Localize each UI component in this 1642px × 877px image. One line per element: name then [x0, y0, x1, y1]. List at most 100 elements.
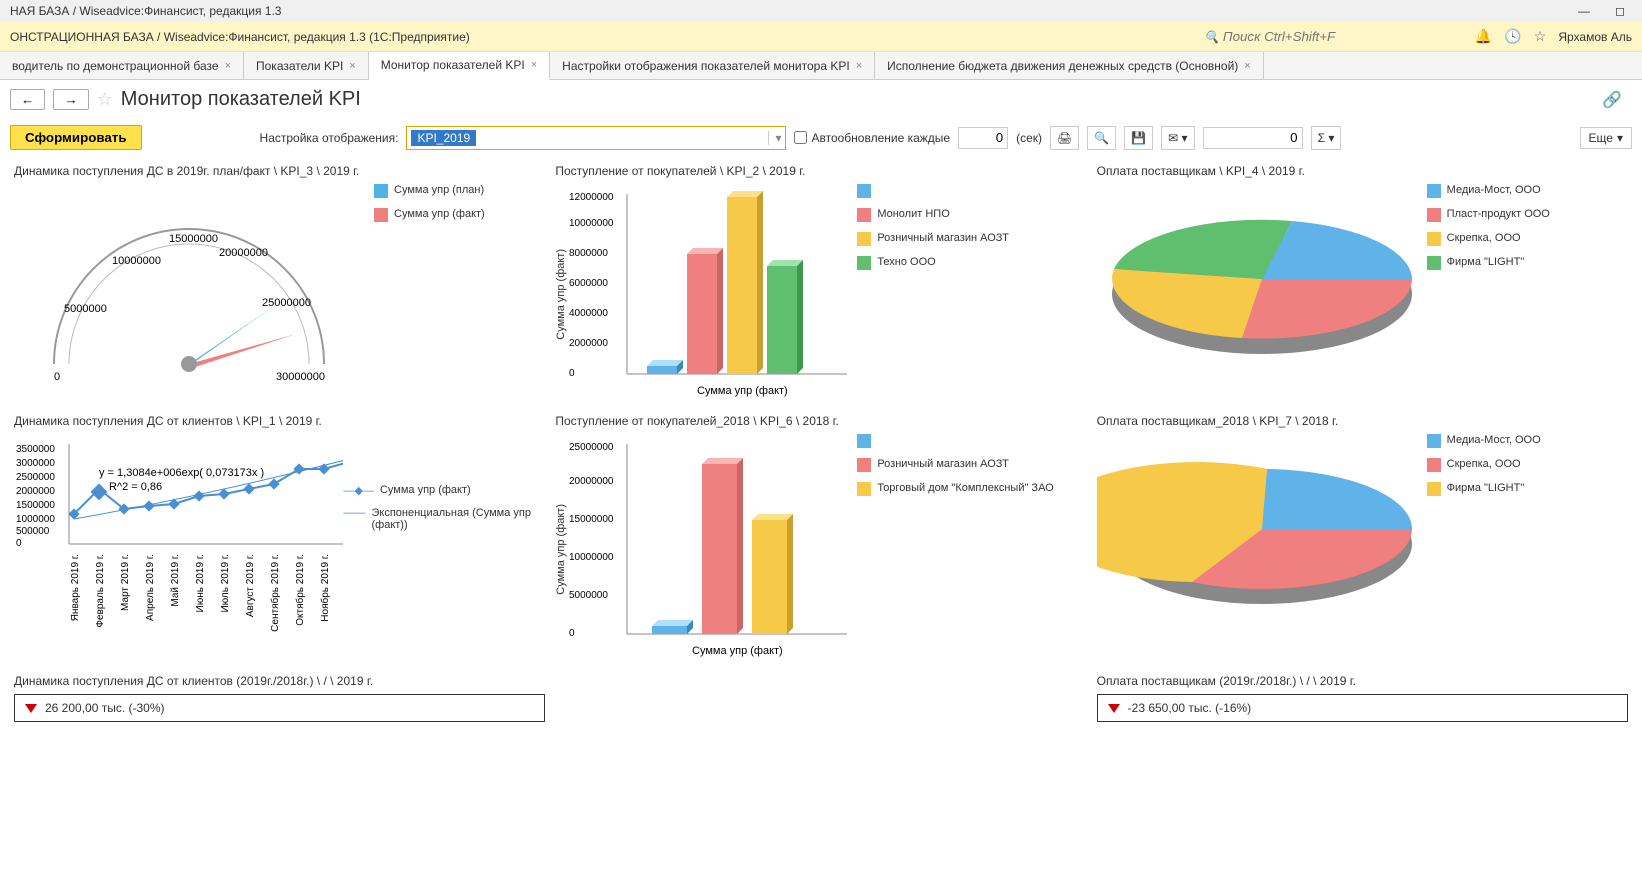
subheader: ОНСТРАЦИОННАЯ БАЗА / Wiseadvice:Финансис… [0, 22, 1642, 52]
svg-text:5000000: 5000000 [64, 303, 107, 315]
svg-text:25000000: 25000000 [262, 297, 311, 309]
svg-text:Август 2019 г.: Август 2019 г. [245, 554, 256, 617]
tab-kpi-monitor[interactable]: Монитор показателей KPI× [369, 52, 550, 80]
kpi-title: Оплата поставщикам (2019г./2018г.) \ / \… [1097, 674, 1628, 688]
close-icon[interactable]: × [531, 59, 537, 71]
legend: Монолит НПО Розничный магазин АОЗТ Техно… [857, 184, 1009, 404]
mail-button[interactable]: ✉ ▾ [1161, 126, 1194, 150]
search-icon: 🔍 [1204, 30, 1219, 44]
chart-title: Динамика поступления ДС в 2019г. план/фа… [14, 164, 545, 178]
svg-text:20000000: 20000000 [219, 247, 268, 259]
bar-chart-2018: 0 5000000 10000000 15000000 20000000 250… [567, 434, 857, 664]
svg-text:2000000: 2000000 [16, 486, 55, 497]
svg-text:2500000: 2500000 [16, 472, 55, 483]
pie-chart-2018 [1097, 434, 1427, 634]
sigma-button[interactable]: Σ ▾ [1311, 126, 1342, 150]
svg-text:Февраль 2019 г.: Февраль 2019 г. [95, 554, 106, 628]
link-icon[interactable]: 🔗 [1602, 90, 1622, 110]
svg-text:3500000: 3500000 [16, 444, 55, 455]
user-label: Ярхамов Аль [1558, 30, 1632, 44]
svg-text:Октябрь 2019 г.: Октябрь 2019 г. [294, 554, 306, 626]
svg-text:8000000: 8000000 [569, 248, 608, 259]
display-select-value: KPI_2019 [411, 130, 476, 146]
svg-text:1500000: 1500000 [16, 500, 55, 511]
back-button[interactable]: ← [10, 89, 45, 110]
kpi-title: Динамика поступления ДС от клиентов (201… [14, 674, 545, 688]
svg-text:Июнь 2019 г.: Июнь 2019 г. [195, 554, 206, 612]
print-button[interactable]: 🖨 [1050, 126, 1079, 150]
dashboard: Динамика поступления ДС в 2019г. план/фа… [0, 156, 1642, 730]
svg-text:25000000: 25000000 [569, 442, 614, 453]
svg-text:6000000: 6000000 [569, 278, 608, 289]
autorefresh-input[interactable] [794, 131, 807, 144]
autorefresh-checkbox[interactable]: Автообновление каждые [794, 131, 950, 145]
forward-button[interactable]: → [53, 89, 88, 110]
display-select[interactable]: KPI_2019 ▾ [406, 126, 786, 150]
legend: Медиа-Мост, ООО Пласт-продукт ООО Скрепк… [1427, 184, 1550, 384]
favorite-icon[interactable]: ☆ [97, 89, 113, 110]
preview-button[interactable]: 🔍 [1087, 126, 1116, 150]
svg-text:Май 2019 г.: Май 2019 г. [170, 554, 181, 607]
svg-text:0: 0 [16, 538, 22, 549]
generate-button[interactable]: Сформировать [10, 125, 142, 150]
svg-text:10000000: 10000000 [569, 218, 614, 229]
close-icon[interactable]: × [225, 60, 231, 72]
panel-bar-2018: Поступление от покупателей_2018 \ KPI_6 … [555, 414, 1086, 664]
close-icon[interactable]: × [856, 60, 862, 72]
panel-kpi-left: Динамика поступления ДС от клиентов (201… [14, 674, 545, 722]
page-title: Монитор показателей KPI [121, 88, 361, 111]
legend: Сумма упр (план) Сумма упр (факт) [374, 184, 485, 394]
chart-title: Оплата поставщикам_2018 \ KPI_7 \ 2018 г… [1097, 414, 1628, 428]
svg-text:y = 1,3084e+006exp( 0,07317: y = 1,3084e+006exp( 0,073173x ) [99, 467, 264, 479]
subheader-title: ОНСТРАЦИОННАЯ БАЗА / Wiseadvice:Финансис… [10, 30, 470, 44]
kpi-value: -23 650,00 тыс. (-16%) [1128, 701, 1252, 715]
search-input[interactable] [1223, 29, 1463, 44]
minimize-button[interactable]: — [1572, 4, 1596, 18]
history-icon[interactable]: 🕓 [1504, 28, 1521, 45]
close-icon[interactable]: × [1244, 60, 1250, 72]
kpi-value: 26 200,00 тыс. (-30%) [45, 701, 165, 715]
kpi-box: -23 650,00 тыс. (-16%) [1097, 694, 1628, 722]
chevron-down-icon: ▾ [768, 131, 781, 145]
kpi-box: 26 200,00 тыс. (-30%) [14, 694, 545, 722]
svg-text:Ноябрь 2019 г.: Ноябрь 2019 г. [319, 554, 331, 622]
save-button[interactable]: 💾 [1124, 126, 1153, 150]
legend: Медиа-Мост, ООО Скрепка, ООО Фирма "LIGH… [1427, 434, 1541, 634]
more-button[interactable]: Еще▾ [1580, 127, 1632, 149]
maximize-button[interactable]: ◻ [1608, 4, 1632, 18]
svg-text:R^2 = 0,86: R^2 = 0,86 [109, 481, 162, 493]
svg-text:4000000: 4000000 [569, 308, 608, 319]
svg-text:Апрель 2019 г.: Апрель 2019 г. [145, 554, 156, 621]
panel-pie-2019: Оплата поставщикам \ KPI_4 \ 2019 г. Мед… [1097, 164, 1628, 404]
svg-text:15000000: 15000000 [169, 233, 218, 245]
svg-text:1000000: 1000000 [16, 514, 55, 525]
svg-text:5000000: 5000000 [569, 590, 608, 601]
svg-text:30000000: 30000000 [276, 371, 325, 383]
panel-kpi-right: Оплата поставщикам (2019г./2018г.) \ / \… [1097, 674, 1628, 722]
bar-chart-2019: 0 2000000 4000000 6000000 8000000 100000… [567, 184, 857, 404]
close-icon[interactable]: × [349, 60, 355, 72]
svg-text:0: 0 [54, 371, 60, 383]
tabs-bar: водитель по демонстрационной базе× Показ… [0, 52, 1642, 80]
tab-budget-execution[interactable]: Исполнение бюджета движения денежных сре… [875, 52, 1264, 79]
tab-display-settings[interactable]: Настройки отображения показателей монито… [550, 52, 875, 79]
svg-text:Сумма упр (факт): Сумма упр (факт) [697, 385, 788, 397]
search-box[interactable]: 🔍 [1204, 29, 1463, 44]
tab-demo-guide[interactable]: водитель по демонстрационной базе× [0, 52, 244, 79]
seconds-label: (сек) [1016, 131, 1042, 145]
triangle-down-icon [1108, 704, 1120, 713]
second-num-input[interactable] [1203, 127, 1303, 149]
svg-text:Январь 2019 г.: Январь 2019 г. [70, 554, 81, 621]
svg-text:Сумма упр (факт): Сумма упр (факт) [692, 645, 783, 657]
titlebar: НАЯ БАЗА / Wiseadvice:Финансист, редакци… [0, 0, 1642, 22]
interval-input[interactable] [958, 127, 1008, 149]
panel-bar-2019: Поступление от покупателей \ KPI_2 \ 201… [555, 164, 1086, 404]
tab-kpi-indicators[interactable]: Показатели KPI× [244, 52, 369, 79]
chart-title: Поступление от покупателей \ KPI_2 \ 201… [555, 164, 1086, 178]
display-setting-label: Настройка отображения: [260, 131, 399, 145]
bell-icon[interactable]: 🔔 [1475, 28, 1492, 45]
chart-title: Оплата поставщикам \ KPI_4 \ 2019 г. [1097, 164, 1628, 178]
gauge-chart: 0 5000000 10000000 15000000 20000000 250… [14, 184, 374, 394]
star-icon[interactable]: ☆ [1534, 28, 1547, 45]
svg-text:12000000: 12000000 [569, 192, 614, 203]
